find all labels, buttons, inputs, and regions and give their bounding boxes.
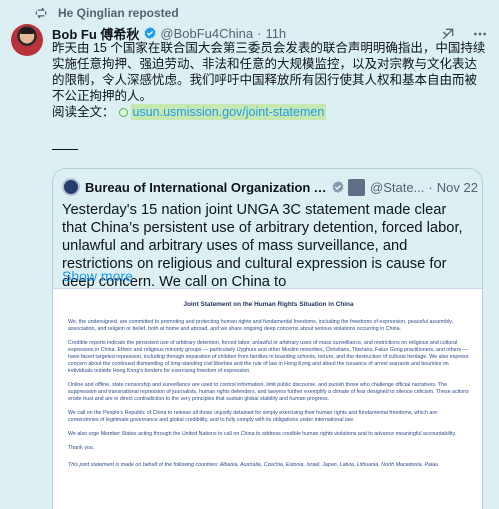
verified-badge-icon — [144, 27, 156, 39]
quoted-header: Bureau of International Organization A..… — [62, 178, 478, 196]
document-paragraph-2: Credible reports indicate the persistent… — [68, 340, 469, 374]
document-paragraph-3: Online and offline, state censorship and… — [68, 382, 469, 402]
show-more-link[interactable]: Show more — [62, 268, 133, 284]
quoted-author-handle[interactable]: @State... — [370, 180, 424, 195]
tweet-body: 昨天由 15 个国家在联合国大会第三委员会发表的联合声明明确指出，中国持续实施任… — [52, 40, 489, 120]
document-thanks: Thank you. — [68, 445, 95, 451]
document-paragraph-5: We also urge Member States acting throug… — [68, 431, 457, 437]
divider-line — [52, 149, 78, 150]
statement-link[interactable]: usun.usmission.gov/joint-statemen — [130, 104, 327, 120]
quoted-timestamp[interactable]: Nov 22 — [437, 180, 478, 195]
quoted-separator: · — [428, 179, 433, 195]
statement-document-image[interactable]: Joint Statement on the Human Rights Situ… — [53, 288, 482, 509]
separator: · — [257, 25, 262, 41]
quoted-author-name[interactable]: Bureau of International Organization A..… — [85, 180, 328, 195]
document-paragraph-1: We, the undersigned, are committed to pr… — [68, 319, 453, 332]
repost-text: He Qinglian reposted — [58, 6, 179, 20]
read-full-row: 阅读全文： usun.usmission.gov/joint-statemen — [52, 104, 489, 120]
gray-verified-badge-icon — [332, 181, 344, 193]
read-full-label: 阅读全文： — [52, 105, 115, 119]
repost-icon — [35, 7, 47, 19]
author-handle[interactable]: @BobFu4China — [160, 26, 253, 41]
quoted-tweet[interactable]: Bureau of International Organization A..… — [52, 168, 483, 509]
affiliate-logo-icon — [348, 178, 365, 196]
document-footer: This joint statement is made on behalf o… — [68, 462, 439, 468]
timestamp[interactable]: 11h — [265, 26, 286, 41]
repost-indicator: He Qinglian reposted — [34, 5, 179, 21]
tweet-body-text: 昨天由 15 个国家在联合国大会第三委员会发表的联合声明明确指出，中国持续实施任… — [52, 41, 486, 103]
document-paragraph-4: We call on the People’s Republic of Chin… — [68, 410, 438, 423]
document-title: Joint Statement on the Human Rights Situ… — [183, 301, 354, 308]
author-avatar[interactable] — [11, 24, 43, 56]
link-indicator-icon — [118, 107, 128, 117]
state-department-seal-icon — [62, 178, 80, 196]
